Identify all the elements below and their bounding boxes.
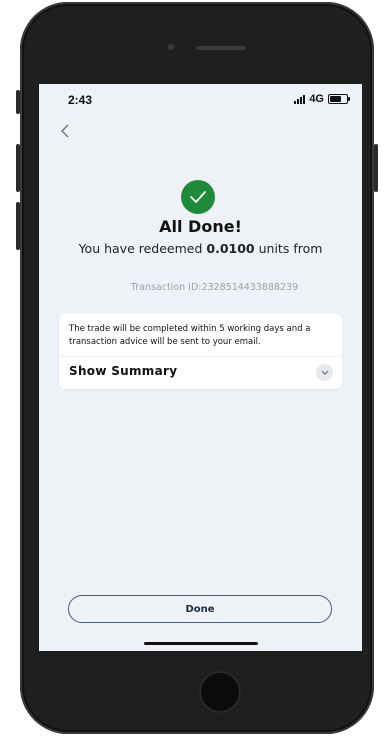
check-circle-icon [190, 191, 206, 203]
network-label: 4G [309, 93, 324, 105]
status-time: 2:43 [68, 93, 93, 107]
signal-icon [294, 94, 306, 104]
battery-icon [328, 94, 350, 104]
redeem-message: You have redeemed 0.0100 units from [39, 241, 362, 256]
transaction-label: Transaction ID: [130, 282, 202, 293]
status-indicators: 4G [294, 93, 350, 105]
chevron-down-icon [321, 370, 328, 375]
success-check [181, 180, 215, 214]
redeem-units: 0.0100 [206, 241, 255, 256]
completion-note: The trade will be completed within 5 wor… [69, 324, 311, 347]
volume-down-button [16, 202, 20, 250]
transaction-info: Transaction ID:2328514433888239 [39, 282, 362, 293]
redeem-message-prefix: You have redeemed [78, 241, 207, 256]
summary-card: The trade will be completed within 5 wor… [59, 314, 342, 389]
chevron-left-icon [61, 124, 69, 138]
screen: 2:43 4G All Done! You have redeemed 0.01… [39, 84, 362, 651]
power-button [374, 144, 378, 192]
home-button[interactable] [199, 671, 241, 713]
status-bar: 2:43 4G [39, 84, 362, 118]
home-indicator [144, 642, 258, 645]
redeem-message-suffix: units from [254, 241, 323, 256]
back-button[interactable] [55, 121, 75, 141]
done-button[interactable]: Done [68, 595, 332, 623]
show-summary-toggle[interactable]: Show Summary [69, 364, 177, 378]
volume-up-button [16, 144, 20, 192]
transaction-id: 2328514433888239 [201, 282, 299, 293]
front-camera [168, 44, 174, 50]
mute-switch [16, 90, 20, 114]
page-title: All Done! [159, 217, 242, 236]
card-divider [59, 356, 342, 357]
earpiece-speaker [196, 46, 246, 50]
expand-summary-button[interactable] [316, 364, 333, 381]
